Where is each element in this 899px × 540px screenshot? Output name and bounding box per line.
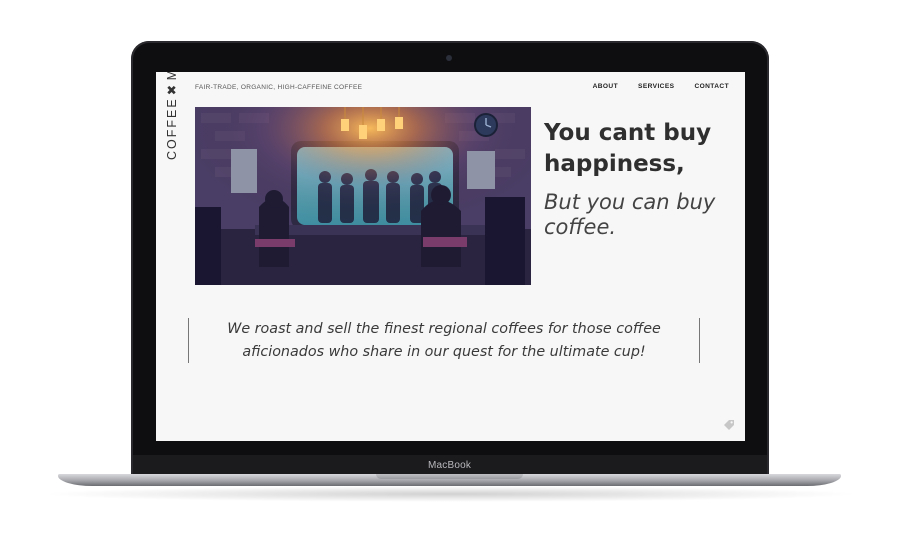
mission-quote-line-2: aficionados who share in our quest for t… [242,344,646,360]
camera-icon [446,55,452,61]
nav-services-link[interactable]: SERVICES [638,83,674,90]
hero-headline: You cant buy happiness, [544,120,712,177]
nav-contact-link[interactable]: CONTACT [694,83,729,90]
mission-quote: We roast and sell the finest regional co… [188,318,700,363]
cafe-illustration [195,107,531,285]
device-brand: MacBook [427,460,472,471]
mission-quote-line-1: We roast and sell the finest regional co… [227,321,661,337]
site-tagline: FAIR-TRADE, ORGANIC, HIGH-CAFFEINE COFFE… [195,84,363,91]
mission-quote-text: We roast and sell the finest regional co… [189,318,699,364]
laptop-shadow [40,486,860,502]
main-nav: ABOUT SERVICES CONTACT [593,83,729,90]
hero-illustration [195,107,531,285]
hero-subline: But you can buy coffee. [544,190,716,239]
website-screen: COFFEE✖M8 FAIR-TRADE, ORGANIC, HIGH-CAFF… [156,72,745,441]
laptop-notch [376,474,523,479]
tag-icon[interactable] [723,419,735,431]
nav-about-link[interactable]: ABOUT [593,83,618,90]
site-logo[interactable]: COFFEE✖M8 [164,72,182,160]
